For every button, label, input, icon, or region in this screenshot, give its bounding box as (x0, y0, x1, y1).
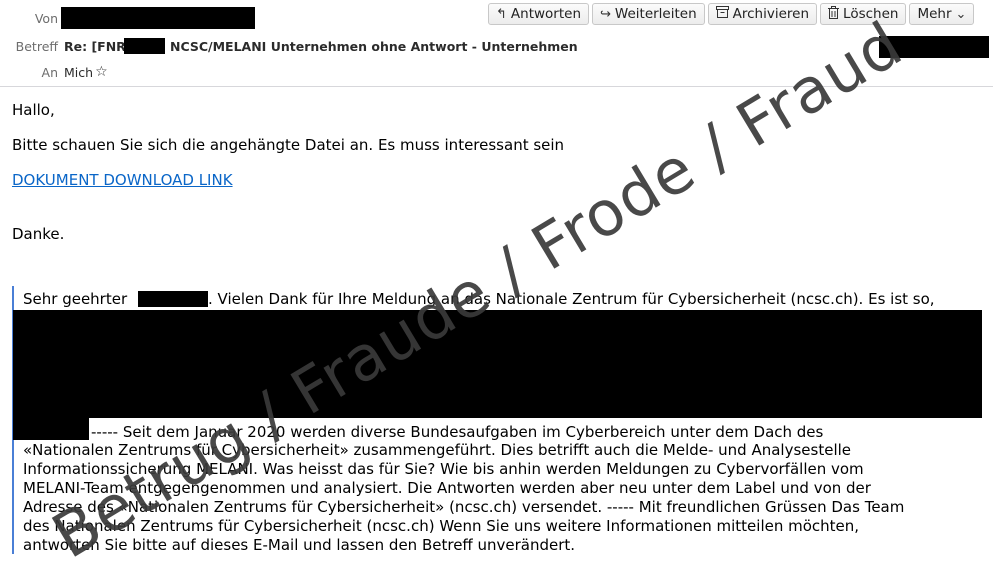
archive-label: Archivieren (732, 6, 810, 22)
recipient-name: Mich (64, 64, 94, 80)
subject-text: NCSC/MELANI Unternehmen ohne Antwort - U… (170, 39, 578, 54)
to-label: An (41, 65, 58, 80)
closing: Danke. (12, 225, 65, 243)
delete-button[interactable]: Löschen (820, 3, 907, 25)
more-label: Mehr (917, 6, 952, 22)
quote-line: antworten Sie bitte auf dieses E-Mail un… (23, 536, 576, 554)
message-header: Von ↰ Antworten ↪ Weiterleiten Archivier… (0, 0, 993, 87)
from-redaction (61, 7, 255, 29)
quote-line: ----- Seit dem Januar 2020 werden divers… (91, 423, 824, 441)
trash-icon (828, 5, 840, 23)
download-link[interactable]: DOKUMENT DOWNLOAD LINK (12, 171, 233, 189)
subject-redaction (124, 38, 165, 54)
forward-label: Weiterleiten (614, 6, 697, 22)
recipient[interactable]: Mich ☆ (64, 64, 108, 80)
subject-prefix: Re: [FNR (64, 39, 126, 54)
quote-line: MELANI-Team entgegengenommen und analysi… (23, 479, 871, 497)
delete-label: Löschen (843, 6, 899, 22)
quote-line: Adresse des «Nationalen Zentrums für Cyb… (23, 498, 905, 516)
more-button[interactable]: Mehr ⌄ (909, 3, 975, 25)
quote-line: . Vielen Dank für Ihre Meldung an das Na… (208, 290, 935, 308)
chevron-down-icon: ⌄ (955, 6, 967, 22)
date-redaction (879, 36, 989, 58)
archive-icon (715, 6, 729, 22)
star-icon[interactable]: ☆ (95, 64, 108, 80)
name-redaction (138, 291, 208, 307)
quote-line: Sehr geehrter (23, 290, 128, 308)
greeting: Hallo, (12, 101, 55, 119)
archive-button[interactable]: Archivieren (707, 3, 818, 25)
quote-line: «Nationalen Zentrums für Cybersicherheit… (23, 441, 852, 459)
from-label: Von (34, 11, 58, 26)
reply-icon: ↰ (496, 6, 507, 22)
subject-label: Betreff (15, 39, 58, 54)
reply-label: Antworten (510, 6, 581, 22)
forward-button[interactable]: ↪ Weiterleiten (592, 3, 705, 25)
quote-line: des Nationalen Zentrums für Cybersicherh… (23, 517, 860, 535)
forward-icon: ↪ (600, 6, 611, 22)
body-redaction (13, 310, 982, 418)
reply-button[interactable]: ↰ Antworten (488, 3, 589, 25)
body-redaction-tail (13, 418, 89, 440)
message-line: Bitte schauen Sie sich die angehängte Da… (12, 136, 565, 154)
quote-line: Informationssicherung MELANI. Was heisst… (23, 460, 864, 478)
message-toolbar: ↰ Antworten ↪ Weiterleiten Archivieren L… (488, 3, 975, 25)
